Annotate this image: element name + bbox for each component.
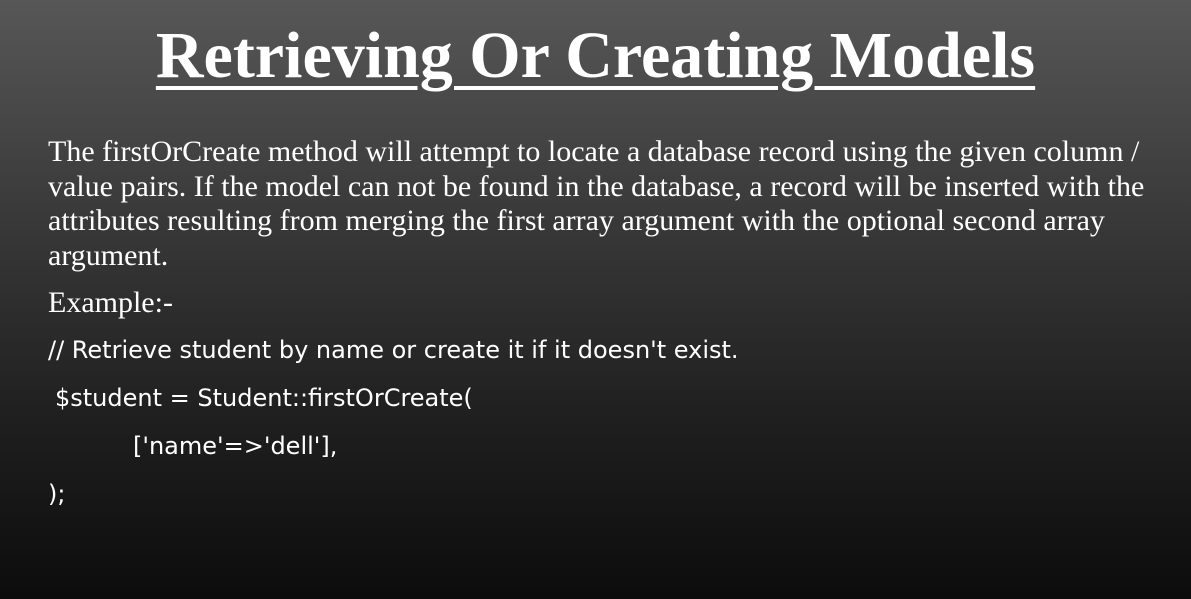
slide-title: Retrieving Or Creating Models [0,14,1191,98]
code-assignment-line: $student = Student::firstOrCreate( [55,384,473,412]
description-paragraph: The firstOrCreate method will attempt to… [48,135,1145,272]
slide-title-text: Retrieving Or Creating Models [155,19,1036,92]
slide: Retrieving Or Creating Models The firstO… [0,0,1191,599]
code-comment-line: // Retrieve student by name or create it… [48,336,739,364]
code-argument-line: ['name'=>'dell'], [133,432,338,460]
example-label: Example:- [48,286,173,319]
code-closing-line: ); [48,480,66,508]
